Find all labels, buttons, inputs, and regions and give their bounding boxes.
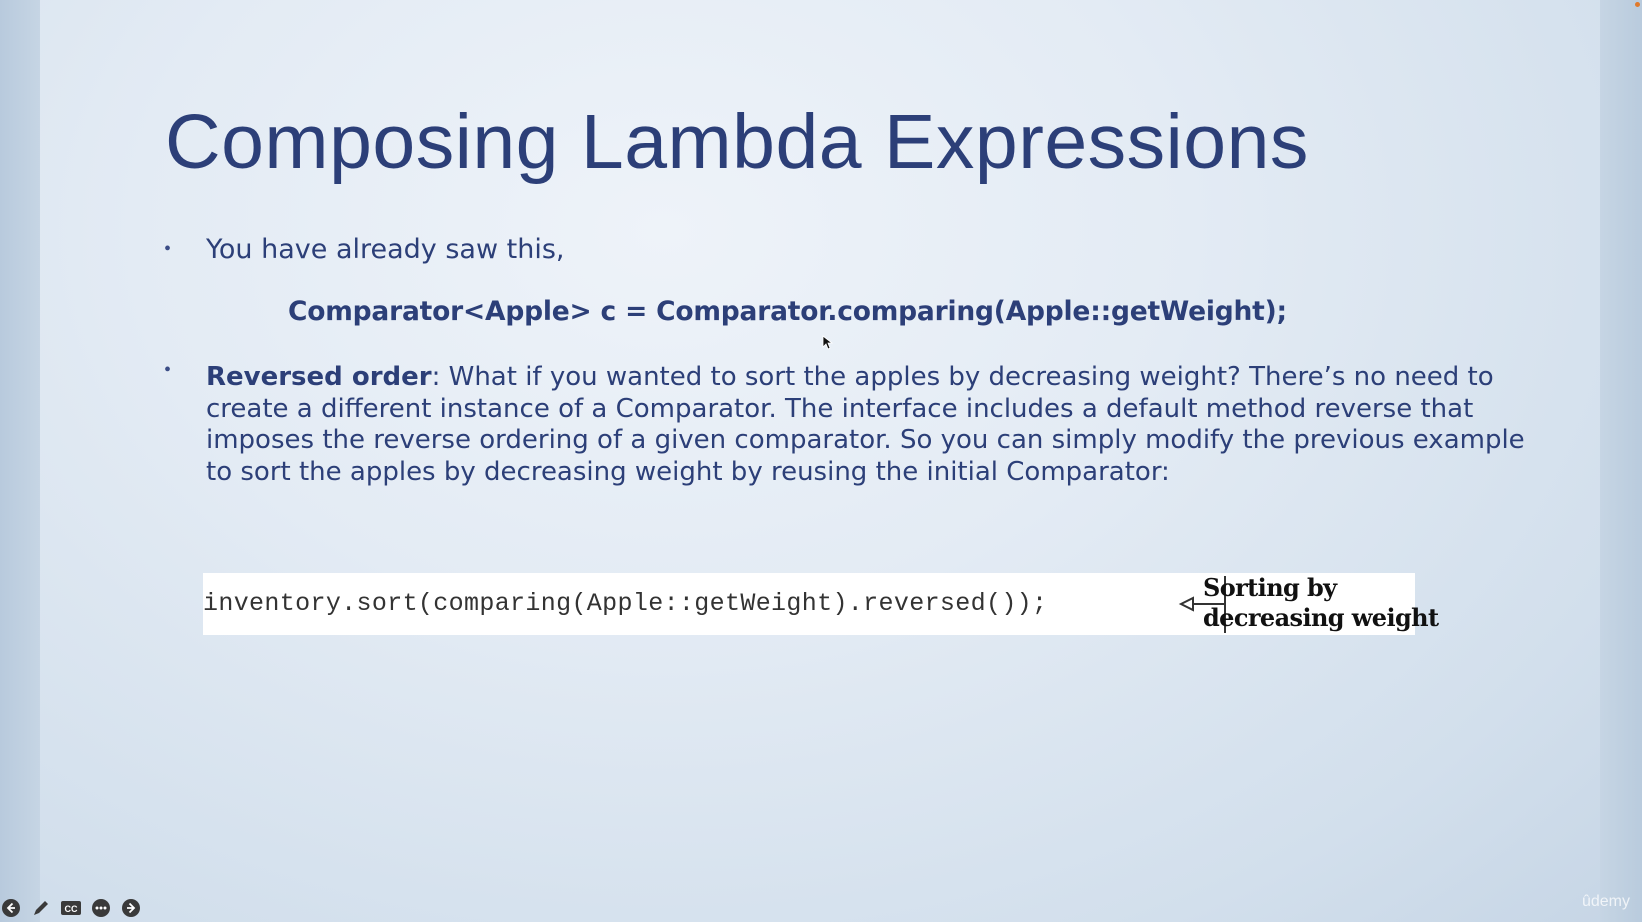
mouse-cursor-icon <box>822 335 834 350</box>
viewer-frame: Composing Lambda Expressions • You have … <box>0 0 1642 922</box>
annotation-line-1: Sorting by <box>1203 573 1337 602</box>
recording-indicator <box>1635 2 1640 7</box>
bullet-1-text: You have already saw this, <box>206 234 565 265</box>
slide-title: Composing Lambda Expressions <box>165 99 1309 185</box>
captions-icon[interactable]: CC <box>60 897 82 919</box>
comparator-code-line: Comparator<Apple> c = Comparator.compari… <box>288 296 1287 327</box>
annotation-line-2: decreasing weight <box>1203 603 1439 632</box>
captions-label: CC <box>65 904 78 914</box>
udemy-watermark: ûdemy <box>1581 893 1630 910</box>
code-example: inventory.sort(comparing(Apple::getWeigh… <box>203 589 1048 618</box>
bullet-dot: • <box>164 238 172 260</box>
next-icon[interactable] <box>120 897 142 919</box>
bullet-dot: • <box>164 359 172 381</box>
slide: Composing Lambda Expressions • You have … <box>40 0 1600 922</box>
previous-icon[interactable] <box>0 897 22 919</box>
player-controls: CC <box>0 896 142 920</box>
more-icon[interactable] <box>90 897 112 919</box>
pen-icon[interactable] <box>30 897 52 919</box>
code-example-box: inventory.sort(comparing(Apple::getWeigh… <box>203 573 1439 635</box>
bullet-2-paragraph: Reversed order: What if you wanted to so… <box>206 362 1546 488</box>
bullet-2-heading: Reversed order <box>206 362 432 392</box>
code-annotation: Sorting by decreasing weight <box>1203 573 1439 633</box>
